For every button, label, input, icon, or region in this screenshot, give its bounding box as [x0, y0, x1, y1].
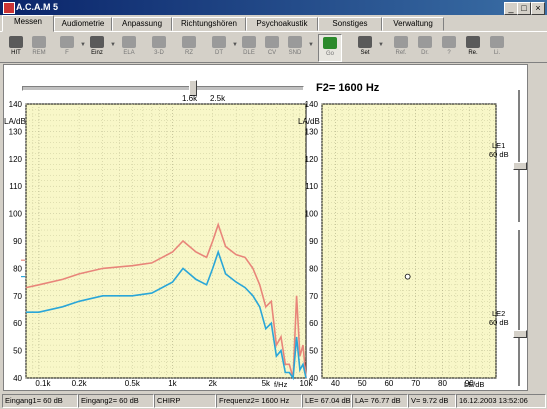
right-x-tick-label: 70: [411, 379, 420, 388]
le1-label: LE1: [492, 141, 506, 150]
status-signal: CHIRP: [154, 394, 216, 408]
right-y-tick-label: 100: [305, 210, 319, 219]
left-y-tick-label: 70: [13, 292, 22, 301]
right-y-tick-label: 140: [305, 100, 319, 109]
left-y-tick-label: 140: [9, 100, 23, 109]
status-eingang1: Eingang1= 60 dB: [2, 394, 78, 408]
right-x-unit: LE/dB: [464, 380, 484, 389]
right-x-tick-label: 80: [438, 379, 447, 388]
left-x-tick-label: 0.2k: [72, 379, 88, 388]
right-y-tick-label: 50: [309, 347, 318, 356]
le2-slider-track[interactable]: [518, 230, 520, 386]
right-y-tick-label: 120: [305, 155, 319, 164]
left-y-tick-label: 40: [13, 374, 22, 383]
status-v: V= 9.72 dB: [408, 394, 456, 408]
left-y-tick-label: 110: [9, 182, 22, 191]
right-y-tick-label: 130: [305, 127, 319, 136]
left-y-tick-label: 90: [13, 237, 22, 246]
right-x-tick-label: 60: [384, 379, 393, 388]
left-x-tick-label: 10k: [300, 379, 314, 388]
right-y-tick-label: 60: [309, 319, 318, 328]
right-x-tick-label: 50: [358, 379, 367, 388]
status-bar: Eingang1= 60 dB Eingang2= 60 dB CHIRP Fr…: [0, 392, 547, 409]
left-x-tick-label: 1k: [168, 379, 177, 388]
le2-slider-thumb[interactable]: [513, 330, 527, 338]
left-y-tick-label: 80: [13, 264, 22, 273]
le1-slider-thumb[interactable]: [513, 162, 527, 170]
le1-value: 60 dB: [489, 150, 509, 159]
right-y-tick-label: 80: [309, 264, 318, 273]
left-y-tick-label: 100: [9, 210, 23, 219]
left-x-tick-label: 0.1k: [35, 379, 51, 388]
left-y-unit: LA/dB: [4, 117, 26, 126]
data-point: [404, 273, 411, 280]
right-y-tick-label: 70: [309, 292, 318, 301]
status-le: LE= 67.04 dB: [302, 394, 352, 408]
left-y-tick-label: 130: [9, 127, 23, 136]
tab-messen[interactable]: Messen: [2, 15, 54, 32]
left-y-tick-label: 60: [13, 319, 22, 328]
chart-layer: 140 140 130 130 120 120 110 110 100 100 90 90 80 80 70…: [4, 100, 497, 389]
right-x-tick-label: 40: [331, 379, 340, 388]
le-sliders: [513, 90, 527, 386]
left-y-tick-label: 120: [9, 155, 23, 164]
right-y-tick-label: 90: [309, 237, 318, 246]
status-frequenz2: Frequenz2= 1600 Hz: [216, 394, 302, 408]
right-y-tick-label: 110: [305, 182, 318, 191]
le2-value: 60 dB: [489, 318, 509, 327]
status-eingang2: Eingang2= 60 dB: [78, 394, 154, 408]
le2-label: LE2: [492, 309, 506, 318]
status-la: LA= 76.77 dB: [352, 394, 408, 408]
left-x-tick-label: 2k: [208, 379, 217, 388]
right-y-unit: LA/dB: [298, 117, 320, 126]
left-x-tick-label: 5k: [262, 379, 271, 388]
le1-slider-track[interactable]: [518, 90, 520, 222]
status-timestamp: 16.12.2003 13:52:06: [456, 394, 546, 408]
left-x-tick-label: 0.5k: [125, 379, 141, 388]
charts-svg: 140 140 130 130 120 120 110 110 100 100 90 90 80 80 70…: [4, 100, 497, 389]
left-x-unit: f/Hz: [274, 380, 288, 389]
left-y-tick-label: 50: [13, 347, 22, 356]
